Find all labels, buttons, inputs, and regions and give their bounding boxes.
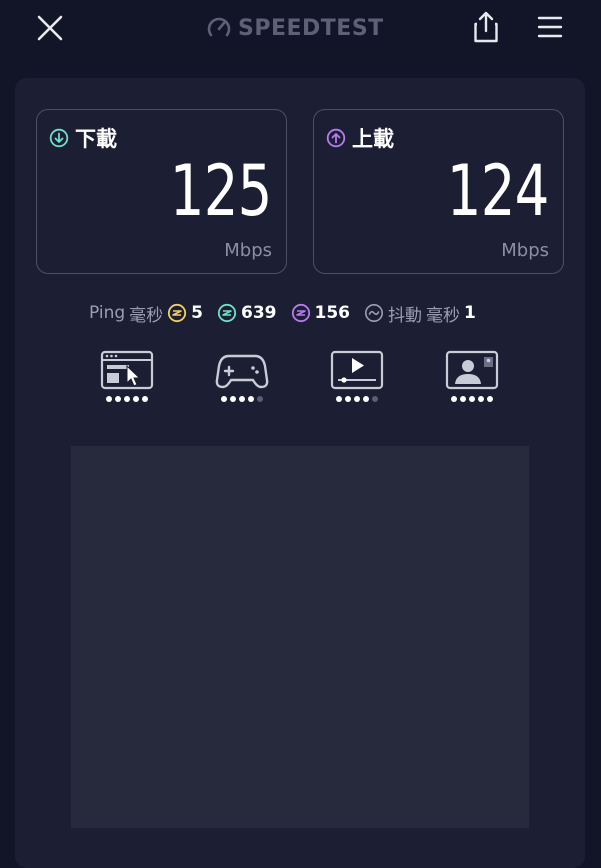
rating-dot — [239, 396, 245, 402]
upload-unit: Mbps — [501, 240, 549, 261]
ad-placeholder — [71, 446, 529, 828]
rating-dot — [248, 396, 254, 402]
download-unit: Mbps — [224, 240, 272, 261]
gaming-dots — [212, 396, 272, 402]
ping-upload-group: 156 — [291, 303, 351, 323]
rating-dot — [372, 396, 378, 402]
ping-download-value: 639 — [241, 303, 277, 323]
rating-dot — [133, 396, 139, 402]
menu-icon — [537, 16, 563, 38]
rating-dot — [469, 396, 475, 402]
app-ratings — [15, 350, 585, 420]
share-icon — [474, 11, 498, 43]
ping-idle-group: Ping 毫秒 5 — [89, 301, 203, 326]
close-button[interactable] — [34, 12, 66, 44]
video-chat-rating[interactable] — [442, 350, 502, 412]
arrow-down-circle-icon — [49, 128, 69, 148]
rating-dot — [345, 396, 351, 402]
ping-idle-icon — [168, 303, 187, 323]
rating-dot — [106, 396, 112, 402]
rating-dot — [336, 396, 342, 402]
jitter-icon — [365, 304, 384, 322]
close-icon — [37, 15, 63, 41]
rating-dot — [115, 396, 121, 402]
speedometer-icon — [207, 17, 231, 37]
rating-dot — [478, 396, 484, 402]
video-rating[interactable] — [327, 350, 387, 412]
rating-dot — [451, 396, 457, 402]
upload-header: 上載 — [326, 123, 394, 153]
ping-row: Ping 毫秒 5 639 156 抖動 毫秒 1 — [89, 300, 490, 326]
upload-label: 上載 — [352, 127, 394, 151]
download-card: 下載 125 Mbps — [36, 109, 287, 274]
ping-label: Ping — [89, 303, 126, 323]
rating-dot — [230, 396, 236, 402]
rating-dot — [124, 396, 130, 402]
ping-unit: 毫秒 — [129, 305, 164, 326]
rating-dot — [363, 396, 369, 402]
rating-dot — [142, 396, 148, 402]
rating-dot — [487, 396, 493, 402]
rating-dot — [460, 396, 466, 402]
download-value: 125 — [170, 150, 273, 232]
video-chat-icon — [445, 350, 499, 390]
upload-card: 上載 124 Mbps — [313, 109, 564, 274]
download-header: 下載 — [49, 123, 117, 153]
upload-value: 124 — [447, 150, 550, 232]
jitter-group: 抖動 毫秒 1 — [364, 301, 476, 326]
jitter-label: 抖動 — [388, 305, 423, 326]
browsing-dots — [97, 396, 157, 402]
top-bar: SPEEDTEST — [0, 0, 601, 56]
share-button[interactable] — [472, 10, 500, 44]
video-dots — [327, 396, 387, 402]
logo-text: SPEEDTEST — [238, 15, 384, 41]
jitter-unit: 毫秒 — [426, 305, 461, 326]
ping-upload-value: 156 — [314, 303, 351, 323]
jitter-value: 1 — [464, 303, 476, 323]
browsing-rating[interactable] — [97, 350, 157, 412]
ping-download-icon — [217, 303, 237, 323]
ping-upload-icon — [291, 303, 310, 323]
gaming-rating[interactable] — [212, 350, 272, 412]
ping-idle-value: 5 — [191, 303, 204, 323]
rating-dot — [257, 396, 263, 402]
speedtest-logo: SPEEDTEST — [206, 14, 384, 42]
rating-dot — [221, 396, 227, 402]
results-panel: 下載 125 Mbps 上載 124 Mbps Ping 毫秒 5 639 15… — [15, 78, 585, 868]
gamepad-icon — [215, 354, 269, 389]
ping-download-group: 639 — [217, 303, 277, 323]
video-chat-dots — [442, 396, 502, 402]
rating-dot — [354, 396, 360, 402]
menu-button[interactable] — [536, 14, 564, 40]
download-label: 下載 — [75, 127, 117, 151]
web-browsing-icon — [100, 350, 154, 390]
video-streaming-icon — [330, 350, 384, 390]
arrow-up-circle-icon — [326, 128, 346, 148]
